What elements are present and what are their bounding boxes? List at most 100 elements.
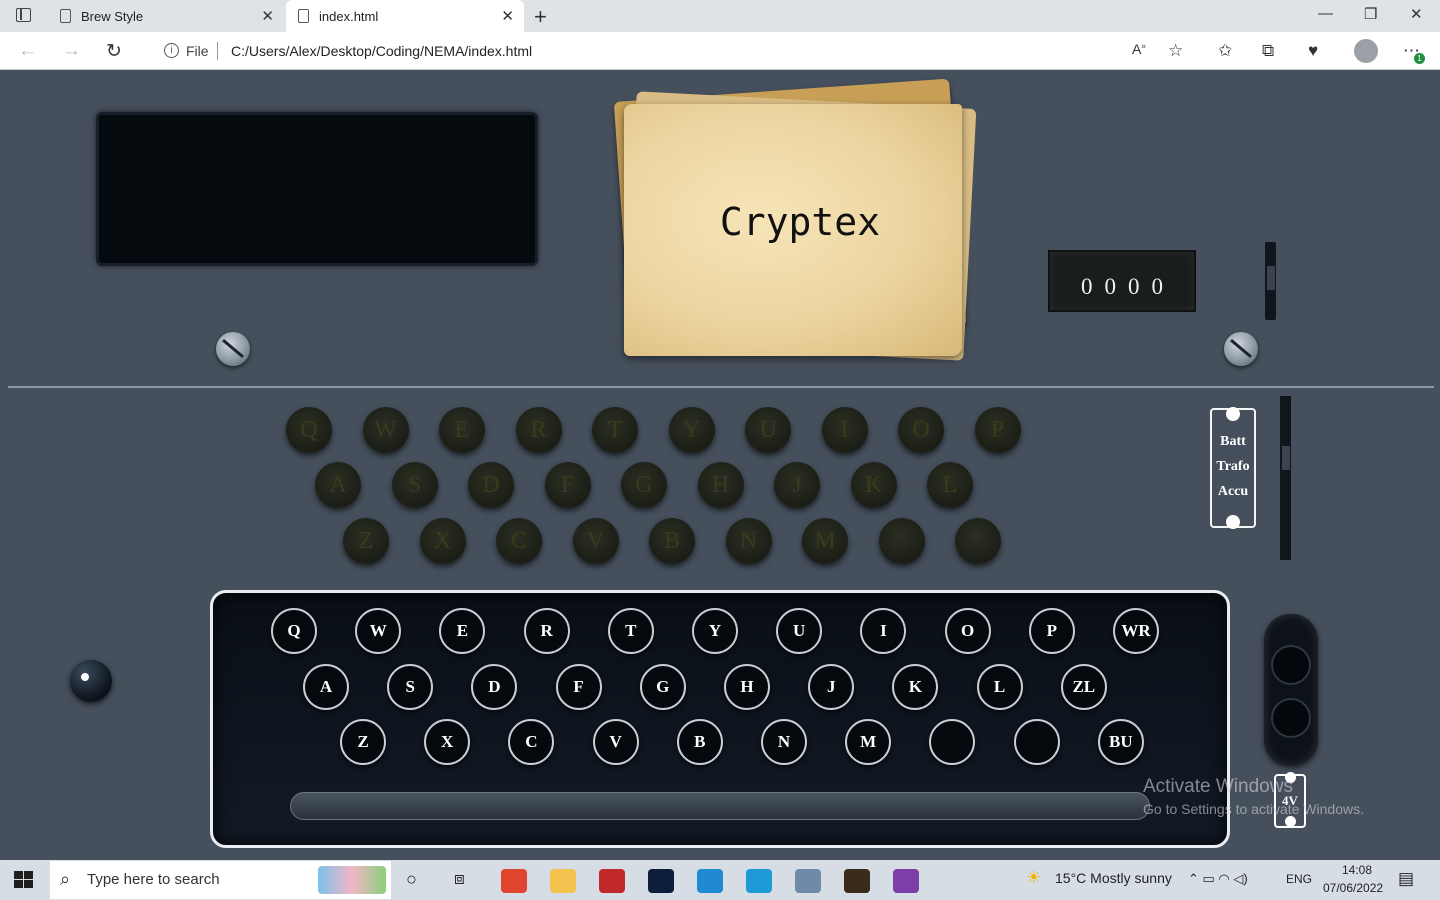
lamp: V	[572, 518, 619, 564]
task-view-icon[interactable]: ⧈	[454, 869, 465, 889]
lamp: A	[315, 462, 361, 508]
tab-actions-icon[interactable]	[16, 8, 31, 22]
power-switch-panel[interactable]: Batt Trafo Accu	[1210, 408, 1256, 528]
favorites-icon[interactable]: ✩	[1218, 41, 1232, 61]
keyboard-key[interactable]: W	[355, 608, 402, 654]
keyboard-key[interactable]: N	[761, 719, 807, 765]
tab-index-html[interactable]: index.html ✕	[286, 0, 524, 32]
file-explorer-icon[interactable]	[550, 869, 576, 893]
space-bar[interactable]	[290, 792, 1150, 820]
refresh-button[interactable]: ↻	[106, 40, 122, 63]
plug-socket-top[interactable]	[1271, 645, 1311, 685]
tab-title: index.html	[319, 8, 379, 24]
language-indicator[interactable]: ENG	[1286, 872, 1312, 886]
lamp: T	[592, 407, 638, 453]
page-icon	[60, 9, 71, 23]
keyboard-key[interactable]: J	[808, 664, 855, 710]
tab-brew-style[interactable]: Brew Style ✕	[48, 0, 284, 32]
system-tray-icons[interactable]: ⌃ ▭ ◠ ◁)	[1188, 871, 1248, 887]
forward-button[interactable]: →	[62, 40, 81, 62]
keyboard-key[interactable]: U	[776, 608, 823, 654]
close-tab-icon[interactable]: ✕	[501, 7, 514, 25]
close-tab-icon[interactable]: ✕	[261, 7, 274, 25]
keyboard-key[interactable]	[1013, 719, 1060, 765]
side-slider-handle[interactable]	[1282, 446, 1290, 470]
keyboard-key[interactable]: WR	[1113, 608, 1159, 654]
edge-icon[interactable]	[746, 869, 772, 893]
lamp	[955, 518, 1001, 564]
keyboard-key[interactable]: R	[523, 608, 570, 654]
switch-bottom-terminal	[1226, 515, 1240, 529]
minimize-button[interactable]: —	[1318, 5, 1333, 22]
keyboard-key[interactable]: Y	[692, 608, 738, 654]
keyboard-key[interactable]: M	[845, 719, 892, 765]
chrome-icon[interactable]	[501, 869, 527, 893]
back-button[interactable]: ←	[18, 40, 37, 62]
new-tab-button[interactable]: +	[534, 4, 547, 30]
add-favorite-icon[interactable]: ☆	[1168, 41, 1183, 61]
clock-time[interactable]: 14:08	[1342, 863, 1372, 877]
app-icon[interactable]	[844, 869, 870, 893]
lamp: G	[621, 462, 667, 508]
lamp: B	[649, 518, 695, 564]
lamp: O	[898, 407, 944, 453]
keyboard-key[interactable]: BU	[1097, 719, 1144, 765]
lamp: C	[496, 518, 542, 564]
windows-start-icon[interactable]	[14, 871, 34, 889]
lamp: P	[974, 407, 1021, 453]
close-window-button[interactable]: ✕	[1410, 5, 1423, 23]
clock-date[interactable]: 07/06/2022	[1323, 881, 1383, 895]
keyboard-key[interactable]: V	[592, 719, 639, 765]
keyboard-key[interactable]: P	[1028, 608, 1075, 654]
lamp: H	[697, 462, 744, 508]
photoshop-icon[interactable]	[648, 869, 674, 893]
notification-center-icon[interactable]: ▤	[1398, 869, 1414, 889]
info-icon[interactable]: i	[164, 43, 179, 58]
keyboard-key[interactable]: ZL	[1060, 664, 1107, 710]
keyboard-key[interactable]: G	[639, 664, 686, 710]
notepad-icon[interactable]	[795, 869, 821, 893]
switch-option-batt[interactable]: Batt	[1212, 434, 1254, 450]
keyboard-key[interactable]: B	[676, 719, 723, 765]
keyboard-key[interactable]: O	[944, 608, 991, 654]
lamp: M	[802, 518, 848, 564]
top-slider-handle[interactable]	[1267, 266, 1275, 290]
keyboard-key[interactable]: S	[387, 664, 434, 710]
lamp: E	[439, 407, 485, 453]
vscode-icon[interactable]	[697, 869, 723, 893]
keyboard-key[interactable]: F	[555, 664, 602, 710]
keyboard-key[interactable]: Q	[271, 608, 317, 654]
display-screen	[96, 112, 538, 266]
search-highlight-image	[318, 866, 386, 894]
browser-essentials-icon[interactable]: ♥	[1308, 41, 1318, 61]
keyboard-key[interactable]: X	[424, 719, 471, 765]
machine-title: Cryptex	[719, 200, 881, 244]
weather-text[interactable]: 15°C Mostly sunny	[1055, 870, 1172, 886]
collections-icon[interactable]: ⧉	[1262, 41, 1274, 61]
switch-option-accu[interactable]: Accu	[1212, 484, 1254, 500]
keyboard-key[interactable]: L	[976, 664, 1023, 710]
profile-avatar[interactable]	[1354, 39, 1378, 63]
filezilla-icon[interactable]	[599, 869, 625, 893]
purple-app-icon[interactable]	[893, 869, 919, 893]
read-aloud-icon[interactable]: A»	[1132, 41, 1146, 57]
search-placeholder: Type here to search	[87, 871, 220, 888]
url-text[interactable]: C:/Users/Alex/Desktop/Coding/NEMA/index.…	[231, 43, 532, 59]
plug-socket-bottom[interactable]	[1271, 698, 1311, 738]
keyboard-key[interactable]: A	[303, 664, 349, 710]
lamp: L	[927, 462, 973, 508]
lamp: Z	[343, 518, 389, 564]
keyboard-key[interactable]: H	[724, 664, 770, 710]
restore-button[interactable]: ❐	[1364, 5, 1377, 23]
lamp: D	[468, 462, 514, 508]
keyboard-key[interactable]: T	[607, 608, 654, 654]
cortana-icon[interactable]: ○	[406, 869, 417, 890]
lamp: R	[515, 407, 562, 453]
lamp: U	[745, 407, 791, 453]
activation-watermark-title: Activate Windows	[1143, 776, 1293, 797]
keyboard-key[interactable]: Z	[340, 719, 386, 765]
page-icon	[298, 9, 309, 23]
switch-option-trafo[interactable]: Trafo	[1212, 459, 1254, 475]
lamp: W	[362, 407, 409, 453]
voltage-bottom-terminal	[1285, 816, 1296, 827]
